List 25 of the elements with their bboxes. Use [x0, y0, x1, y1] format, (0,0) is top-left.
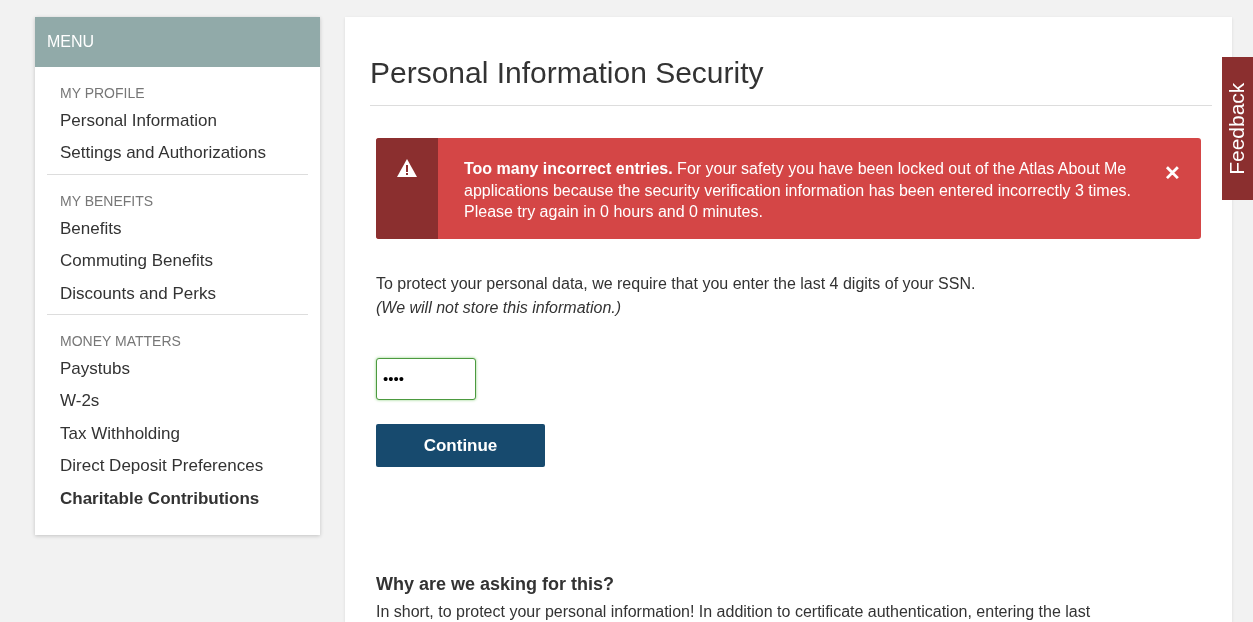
- menu-link[interactable]: Tax Withholding: [60, 417, 308, 451]
- menu-link[interactable]: Commuting Benefits: [60, 245, 308, 278]
- warning-icon: [396, 158, 418, 178]
- menu-link[interactable]: Charitable Contributions: [60, 482, 308, 515]
- menu-header: MENU: [35, 17, 320, 67]
- ssn-input-field[interactable]: ••••: [376, 357, 476, 400]
- page-title: Personal Information Security: [370, 55, 1212, 106]
- menu-link[interactable]: Settings and Authorizations: [60, 137, 308, 170]
- menu-link[interactable]: W-2s: [60, 385, 308, 418]
- note-text: (We will not store this information.): [376, 297, 623, 318]
- section-label: MY BENEFITS: [60, 191, 155, 211]
- feedback-tab[interactable]: Feedback: [1222, 57, 1253, 200]
- section-heading: Why are we asking for this?: [376, 572, 616, 596]
- alert-message: Too many incorrect entries. For your safety you have been locked out of the Atlas About Me applications because the security verification information has been entered incorrectly 3 times. Please try again in 0 hours and 0 minutes.: [463, 159, 1132, 223]
- menu-link[interactable]: Personal Information: [60, 105, 308, 138]
- instruction-text: To protect your personal data, we require that you enter the last 4 digits of your SSN.: [376, 273, 977, 294]
- section-label: MONEY MATTERS: [60, 331, 182, 351]
- explanation-text: In short, to protect your personal information! In addition to certificate authentication, entering the last: [376, 601, 1092, 622]
- continue-button[interactable]: Continue: [376, 423, 545, 467]
- menu-link[interactable]: Paystubs: [60, 352, 308, 386]
- menu-link[interactable]: Benefits: [60, 212, 308, 246]
- close-button[interactable]: ✕: [1164, 158, 1181, 188]
- menu-link[interactable]: Discounts and Perks: [60, 277, 308, 310]
- section-label: MY PROFILE: [60, 84, 146, 103]
- menu-link[interactable]: Direct Deposit Preferences: [60, 450, 308, 483]
